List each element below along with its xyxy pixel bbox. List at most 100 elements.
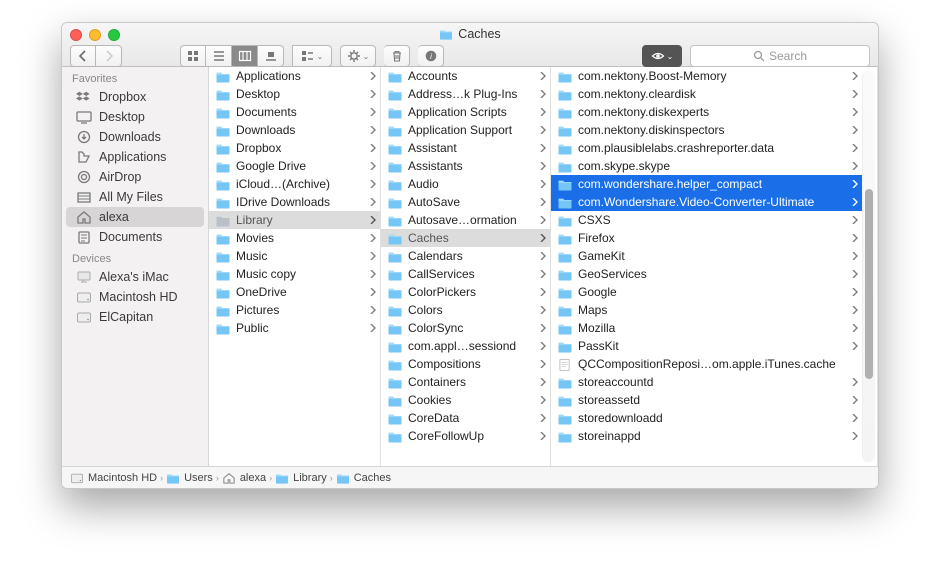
column-item[interactable]: Caches [381, 229, 550, 247]
column-item[interactable]: com.nektony.diskinspectors [551, 121, 862, 139]
column-item[interactable]: storedownloadd [551, 409, 862, 427]
column-item[interactable]: Cookies [381, 391, 550, 409]
sidebar-item-airdrop[interactable]: AirDrop [62, 167, 208, 187]
path-segment[interactable]: Users [166, 472, 213, 484]
column-item[interactable]: Movies [209, 229, 380, 247]
column-item[interactable]: Google [551, 283, 862, 301]
action-button[interactable]: ⌄ [340, 45, 376, 67]
path-segment[interactable]: Caches [336, 472, 391, 484]
scrollbar[interactable] [862, 71, 875, 462]
column-item[interactable]: Music copy [209, 265, 380, 283]
trash-button[interactable] [384, 45, 410, 67]
column-item[interactable]: Accounts [381, 67, 550, 85]
column-item[interactable]: Calendars [381, 247, 550, 265]
path-segment[interactable]: Library [275, 472, 327, 484]
column-item[interactable]: Compositions [381, 355, 550, 373]
sidebar-group-header: Favorites [62, 67, 208, 87]
column-item[interactable]: GameKit [551, 247, 862, 265]
column-item[interactable]: GeoServices [551, 265, 862, 283]
arrange-button[interactable]: ⌄ [292, 45, 332, 67]
sidebar-item-alexa[interactable]: alexa [66, 207, 204, 227]
sidebar-item-applications[interactable]: Applications [62, 147, 208, 167]
imac-icon [76, 270, 92, 284]
column-item[interactable]: com.nektony.Boost-Memory [551, 67, 862, 85]
back-button[interactable] [70, 45, 96, 67]
column-item[interactable]: com.appl…sessiond [381, 337, 550, 355]
column-item[interactable]: ColorPickers [381, 283, 550, 301]
column-item[interactable]: com.Wondershare.Video-Converter-Ultimate [551, 193, 862, 211]
column-item[interactable]: Public [209, 319, 380, 337]
column-item[interactable]: Assistant [381, 139, 550, 157]
column-item[interactable]: storeaccountd [551, 373, 862, 391]
chevron-right-icon [370, 306, 376, 314]
view-coverflow-button[interactable] [258, 45, 284, 67]
column-item[interactable]: Library [209, 211, 380, 229]
column-item[interactable]: Maps [551, 301, 862, 319]
sidebar-item-desktop[interactable]: Desktop [62, 107, 208, 127]
column-item[interactable]: IDrive Downloads [209, 193, 380, 211]
column-item[interactable]: CallServices [381, 265, 550, 283]
column-item[interactable]: Google Drive [209, 157, 380, 175]
chevron-right-icon [852, 72, 858, 80]
column-item[interactable]: com.nektony.cleardisk [551, 85, 862, 103]
column-item[interactable]: Assistants [381, 157, 550, 175]
column-item[interactable]: iCloud…(Archive) [209, 175, 380, 193]
column-item[interactable]: com.nektony.diskexperts [551, 103, 862, 121]
info-button[interactable]: i [418, 45, 444, 67]
column-item[interactable]: Autosave…ormation [381, 211, 550, 229]
item-label: ColorPickers [408, 285, 535, 299]
column-item[interactable]: QCCompositionReposi…om.apple.iTunes.cach… [551, 355, 862, 373]
column-item[interactable]: com.plausiblelabs.crashreporter.data [551, 139, 862, 157]
column-item[interactable]: CoreData [381, 409, 550, 427]
path-segment[interactable]: Macintosh HD [70, 472, 157, 484]
view-list-button[interactable] [206, 45, 232, 67]
column-item[interactable]: Pictures [209, 301, 380, 319]
column-item[interactable]: Desktop [209, 85, 380, 103]
column-item[interactable]: Firefox [551, 229, 862, 247]
column-item[interactable]: Audio [381, 175, 550, 193]
sidebar-item-elcapitan[interactable]: ElCapitan [62, 307, 208, 327]
column-item[interactable]: storeassetd [551, 391, 862, 409]
chevron-right-icon [540, 378, 546, 386]
folder-icon [557, 304, 573, 317]
column-item[interactable]: storeinappd [551, 427, 862, 445]
column-item[interactable]: CoreFollowUp [381, 427, 550, 445]
column-item[interactable]: Mozilla [551, 319, 862, 337]
sidebar-item-label: ElCapitan [99, 310, 153, 324]
column-item[interactable]: com.wondershare.helper_compact [551, 175, 862, 193]
sidebar-item-downloads[interactable]: Downloads [62, 127, 208, 147]
column-item[interactable]: Application Scripts [381, 103, 550, 121]
column-item[interactable]: Music [209, 247, 380, 265]
column-item[interactable]: Containers [381, 373, 550, 391]
column-item[interactable]: Address…k Plug-Ins [381, 85, 550, 103]
chevron-right-icon [540, 342, 546, 350]
column-item[interactable]: Downloads [209, 121, 380, 139]
column-item[interactable]: Applications [209, 67, 380, 85]
sidebar-item-dropbox[interactable]: Dropbox [62, 87, 208, 107]
column-item[interactable]: PassKit [551, 337, 862, 355]
column-item[interactable]: Documents [209, 103, 380, 121]
quicklook-button[interactable]: ⌄ [642, 45, 682, 67]
column-item[interactable]: Colors [381, 301, 550, 319]
search-input[interactable]: Search [690, 45, 870, 67]
item-label: Colors [408, 303, 535, 317]
chevron-right-icon [540, 180, 546, 188]
column-item[interactable]: Application Support [381, 121, 550, 139]
scrollbar-thumb[interactable] [865, 189, 873, 379]
sidebar-item-documents[interactable]: Documents [62, 227, 208, 247]
column-item[interactable]: AutoSave [381, 193, 550, 211]
forward-button[interactable] [96, 45, 122, 67]
column-item[interactable]: Dropbox [209, 139, 380, 157]
sidebar-item-alexa-s-imac[interactable]: Alexa's iMac [62, 267, 208, 287]
column-item[interactable]: com.skype.skype [551, 157, 862, 175]
column-item[interactable]: OneDrive [209, 283, 380, 301]
column-item[interactable]: ColorSync [381, 319, 550, 337]
sidebar-item-macintosh-hd[interactable]: Macintosh HD [62, 287, 208, 307]
path-segment[interactable]: alexa [222, 472, 266, 484]
item-label: com.Wondershare.Video-Converter-Ultimate [578, 195, 847, 209]
column-item[interactable]: CSXS [551, 211, 862, 229]
view-icon-button[interactable] [180, 45, 206, 67]
view-column-button[interactable] [232, 45, 258, 67]
sidebar-item-all-my-files[interactable]: All My Files [62, 187, 208, 207]
folder-icon [557, 70, 573, 83]
